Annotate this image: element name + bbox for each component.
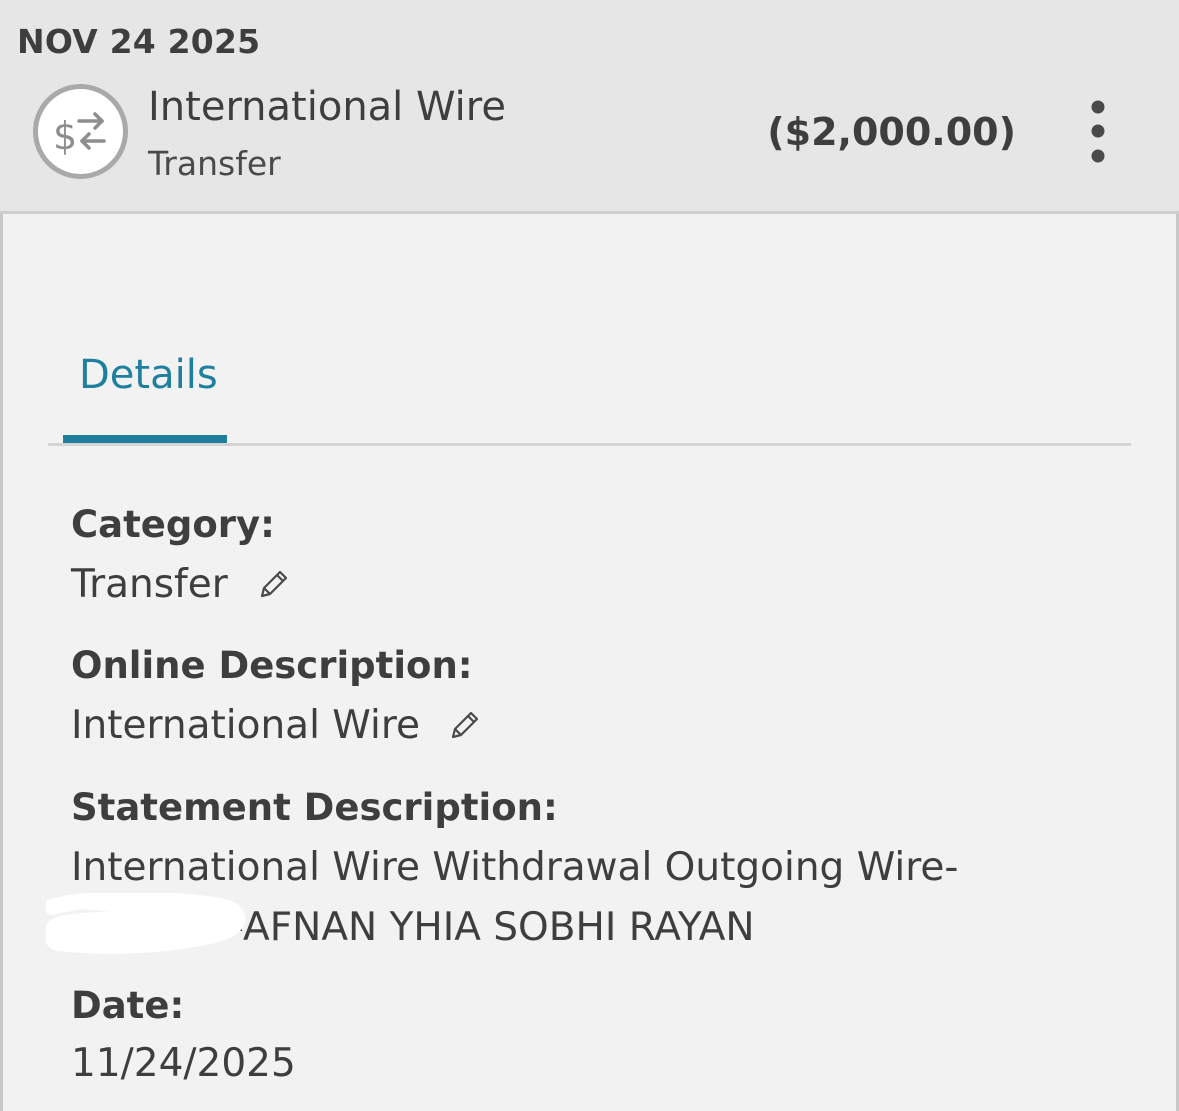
date-label: Date: [71,984,185,1027]
transaction-date-heading: NOV 24 2025 [17,22,261,61]
edit-online-description-pencil-icon[interactable] [446,708,482,744]
tab-details-label: Details [79,352,218,398]
svg-text:$: $ [53,114,77,158]
category-label: Category: [71,503,275,546]
online-description-value: International Wire [71,703,421,748]
tab-details[interactable]: Details [63,350,227,444]
edit-category-pencil-icon[interactable] [255,567,291,603]
statement-description-line-1: International Wire Withdrawal Outgoing W… [71,845,959,890]
date-value: 11/24/2025 [71,1041,296,1086]
more-options-button[interactable] [1076,95,1120,171]
category-value: Transfer [71,562,228,607]
transaction-category-subtitle: Transfer [148,144,281,183]
online-description-label: Online Description: [71,644,473,687]
statement-description-label: Statement Description: [71,786,558,829]
transaction-header[interactable]: NOV 24 2025 $ International Wire Transfe… [0,0,1179,214]
more-vertical-icon [1091,100,1105,163]
redaction-scribble [46,893,246,954]
transfer-dollar-icon: $ [33,84,128,179]
tab-active-indicator [63,435,227,443]
tab-bar-divider [48,443,1131,446]
transaction-title: International Wire [148,84,506,130]
transaction-amount: ($2,000.00) [767,110,1016,154]
statement-description-line-2: 0-AFNAN YHIA SOBHI RAYAN [205,905,755,950]
